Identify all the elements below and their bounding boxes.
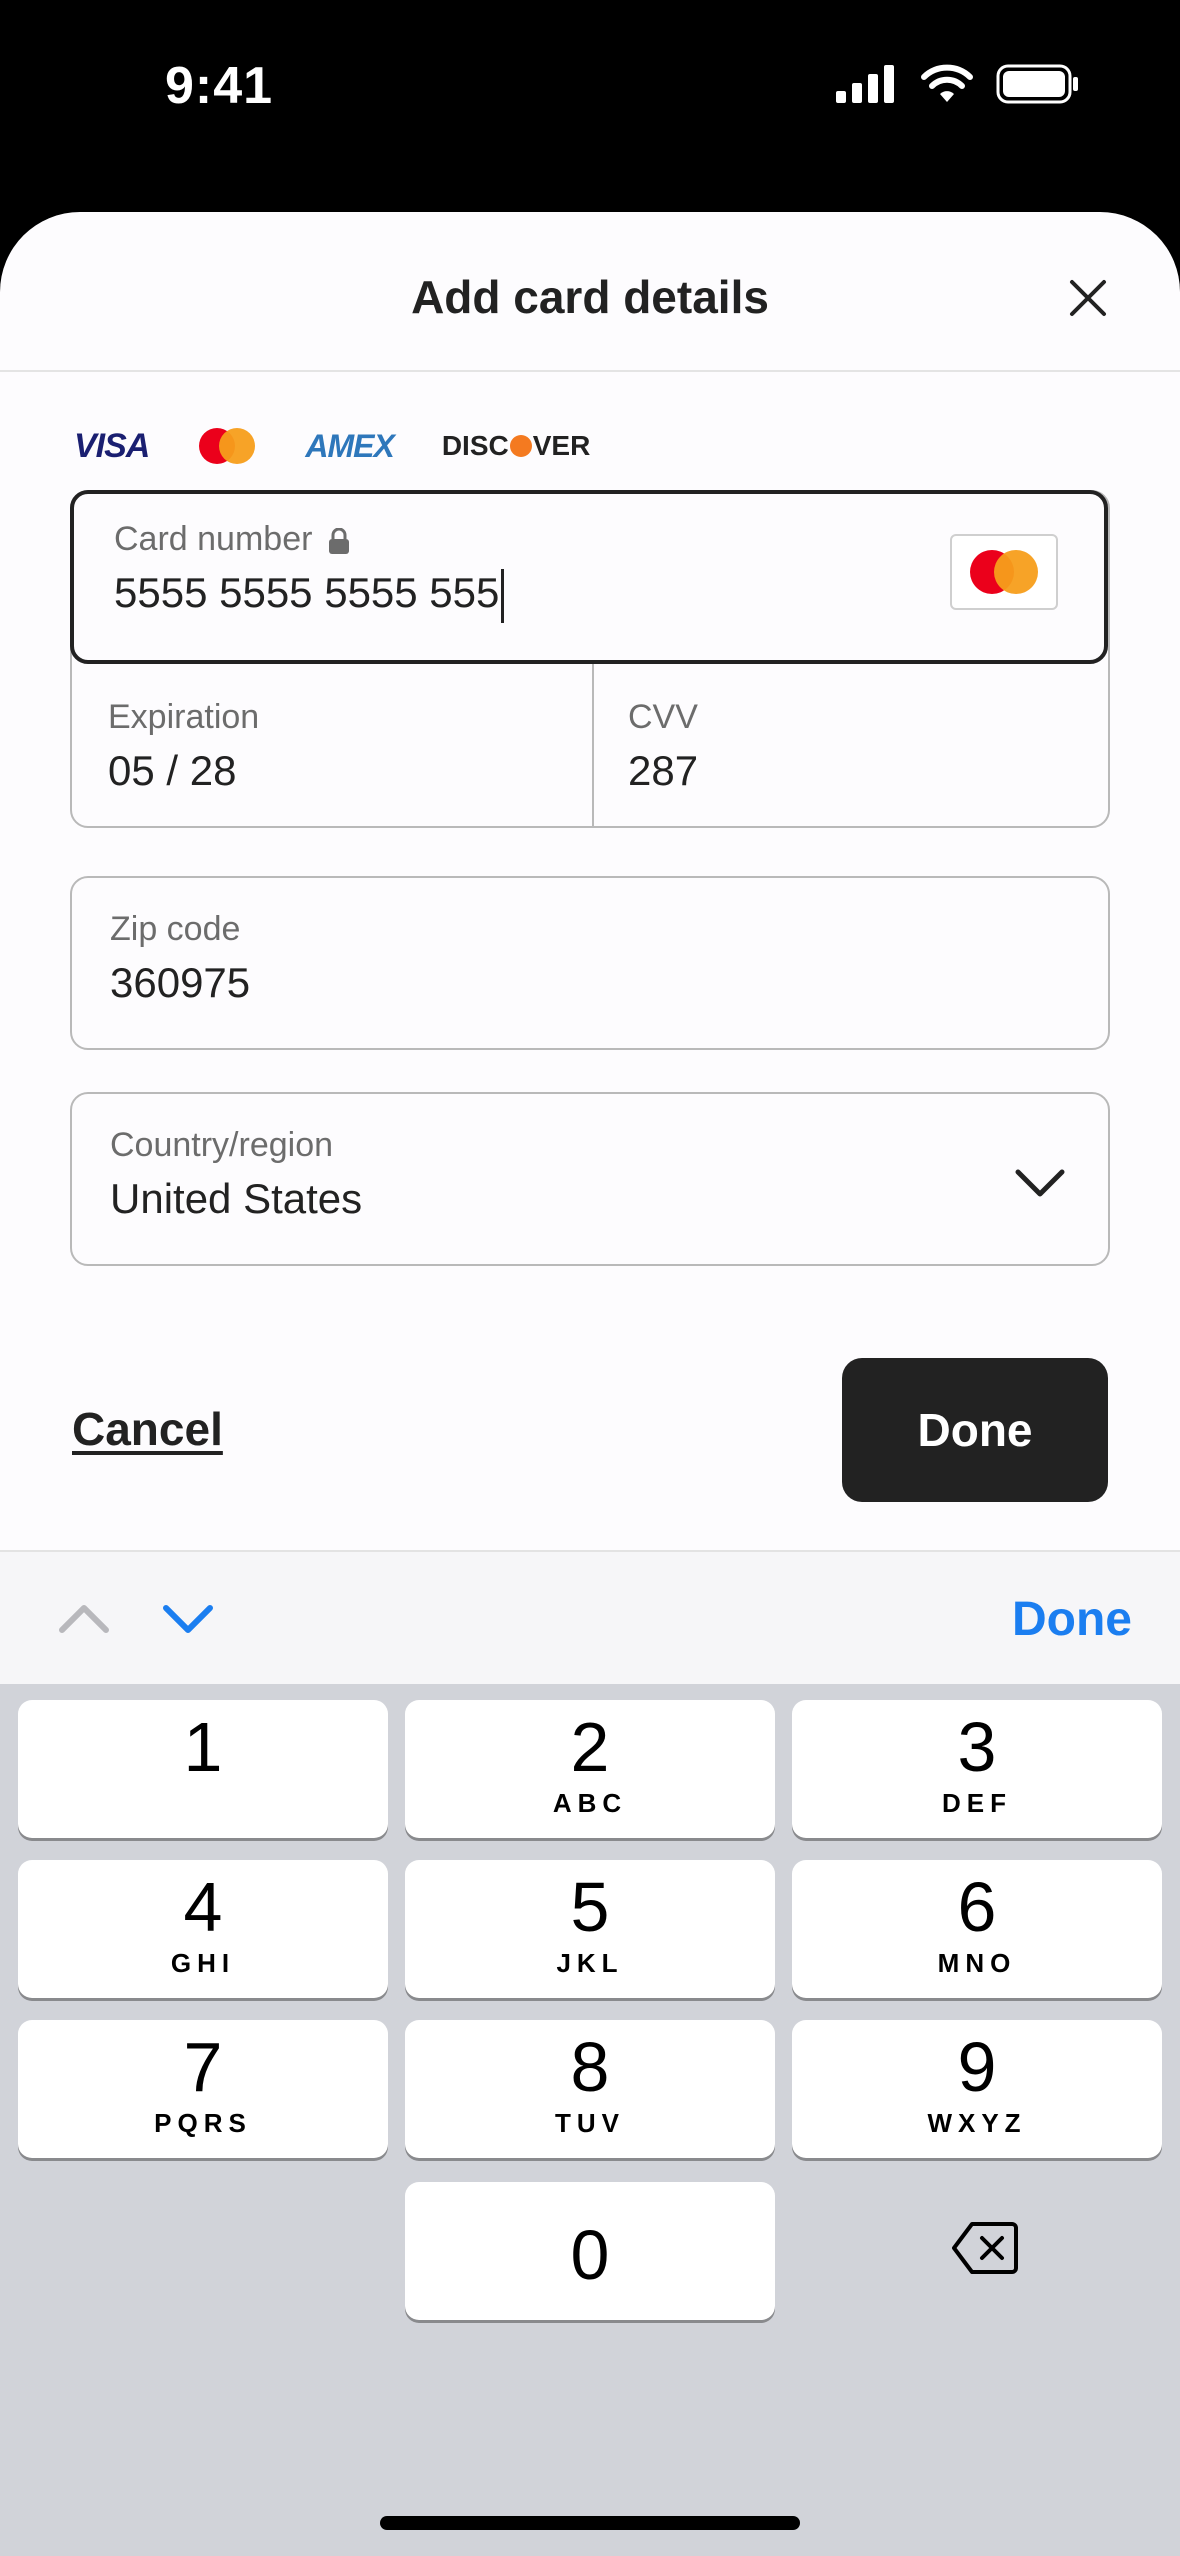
key-0[interactable]: 0	[405, 2182, 775, 2320]
discover-dot-icon	[509, 435, 532, 457]
country-label: Country/region	[110, 1126, 334, 1164]
cvv-value: 287	[628, 747, 699, 794]
key-1[interactable]: 1	[18, 1700, 388, 1838]
key-5[interactable]: 5 JKL	[405, 1860, 775, 1998]
status-bar: 9:41	[0, 0, 1180, 200]
mastercard-icon	[970, 550, 1038, 594]
amex-logo: AMEX	[305, 427, 394, 464]
chevron-down-icon	[1015, 1169, 1065, 1197]
expiration-label: Expiration	[108, 698, 260, 736]
zip-code-label: Zip code	[110, 910, 241, 948]
status-icons	[836, 64, 1080, 104]
wifi-icon	[921, 64, 973, 102]
country-select[interactable]: Country/region United States	[70, 1092, 1110, 1266]
key-6[interactable]: 6 MNO	[792, 1860, 1162, 1998]
zip-code-field[interactable]: Zip code 360975	[70, 876, 1110, 1050]
home-indicator[interactable]	[380, 2516, 800, 2530]
battery-icon	[996, 64, 1078, 104]
sheet-title: Add card details	[411, 271, 769, 323]
keyboard-done-button[interactable]: Done	[1012, 1592, 1132, 1647]
cvv-label: CVV	[628, 698, 698, 736]
discover-logo: DISC VER	[441, 430, 591, 461]
close-icon[interactable]	[1064, 274, 1112, 322]
keyboard-accessory-bar: Done	[0, 1550, 1180, 1684]
key-3[interactable]: 3 DEF	[792, 1700, 1162, 1838]
done-button[interactable]: Done	[842, 1358, 1108, 1502]
expiration-field[interactable]: Expiration 05 / 28	[108, 698, 259, 795]
key-9[interactable]: 9 WXYZ	[792, 2020, 1162, 2158]
country-value: United States	[110, 1175, 363, 1222]
next-field-icon[interactable]	[160, 1594, 216, 1642]
zip-code-value: 360975	[110, 959, 251, 1006]
field-divider	[592, 660, 594, 826]
card-number-field[interactable]: Card number 5555 5555 5555 555	[70, 490, 1108, 664]
accepted-cards: VISA AMEX DISC VER	[74, 422, 590, 470]
card-number-label: Card number	[114, 520, 313, 558]
visa-logo: VISA	[74, 426, 150, 465]
card-number-value: 5555 5555 5555 555	[114, 569, 500, 617]
backspace-icon[interactable]	[950, 2220, 1020, 2276]
sheet-header: Add card details	[0, 212, 1180, 372]
cancel-button[interactable]: Cancel	[72, 1402, 223, 1456]
previous-field-icon[interactable]	[56, 1594, 112, 1642]
key-2[interactable]: 2 ABC	[405, 1700, 775, 1838]
detected-card-brand	[950, 534, 1058, 610]
cellular-signal-icon	[836, 65, 894, 103]
mastercard-logo	[199, 428, 256, 464]
expiration-value: 05 / 28	[108, 747, 237, 794]
key-4[interactable]: 4 GHI	[18, 1860, 388, 1998]
lock-icon	[328, 528, 349, 555]
cvv-field[interactable]: CVV 287	[628, 698, 698, 795]
status-time: 9:41	[165, 57, 274, 115]
add-card-sheet: Add card details VISA AMEX DISC VER Card …	[0, 212, 1180, 1552]
text-cursor	[501, 569, 505, 623]
key-7[interactable]: 7 PQRS	[18, 2020, 388, 2158]
key-8[interactable]: 8 TUV	[405, 2020, 775, 2158]
